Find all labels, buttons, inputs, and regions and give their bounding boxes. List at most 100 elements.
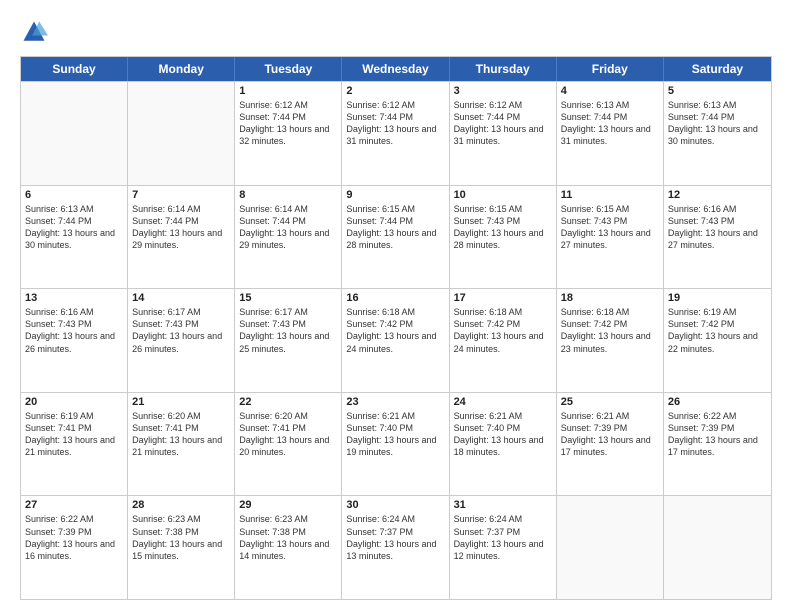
cell-info: Sunrise: 6:23 AMSunset: 7:38 PMDaylight:…	[132, 513, 230, 562]
cell-info: Sunrise: 6:23 AMSunset: 7:38 PMDaylight:…	[239, 513, 337, 562]
calendar-cell: 30 Sunrise: 6:24 AMSunset: 7:37 PMDayligh…	[342, 496, 449, 599]
header	[20, 18, 772, 46]
calendar-cell: 17Sunrise: 6:18 AMSunset: 7:42 PMDayligh…	[450, 289, 557, 392]
calendar-cell: 22 Sunrise: 6:20 AMSunset: 7:41 PMDayligh…	[235, 393, 342, 496]
day-number: 15	[239, 292, 337, 304]
day-number: 26	[668, 396, 767, 408]
calendar: SundayMondayTuesdayWednesdayThursdayFrid…	[20, 56, 772, 600]
calendar-cell: 20 Sunrise: 6:19 AMSunset: 7:41 PMDayligh…	[21, 393, 128, 496]
cell-info: Sunrise: 6:18 AMSunset: 7:42 PMDaylight:…	[346, 306, 444, 355]
weekday-header: Tuesday	[235, 57, 342, 81]
day-number: 8	[239, 189, 337, 201]
cell-info: Sunrise: 6:17 AMSunset: 7:43 PMDaylight:…	[132, 306, 230, 355]
day-number: 25	[561, 396, 659, 408]
day-number: 3	[454, 85, 552, 97]
calendar-cell: 26 Sunrise: 6:22 AMSunset: 7:39 PMDayligh…	[664, 393, 771, 496]
day-number: 16	[346, 292, 444, 304]
cell-info: Sunrise: 6:12 AMSunset: 7:44 PMDaylight:…	[454, 99, 552, 148]
day-number: 14	[132, 292, 230, 304]
day-number: 22	[239, 396, 337, 408]
cell-info: Sunrise: 6:15 AMSunset: 7:43 PMDaylight:…	[454, 203, 552, 252]
cell-info: Sunrise: 6:13 AMSunset: 7:44 PMDaylight:…	[25, 203, 123, 252]
calendar-cell	[664, 496, 771, 599]
calendar-cell: 4 Sunrise: 6:13 AMSunset: 7:44 PMDaylight…	[557, 82, 664, 185]
cell-info: Sunrise: 6:12 AMSunset: 7:44 PMDaylight:…	[239, 99, 337, 148]
day-number: 4	[561, 85, 659, 97]
cell-info: Sunrise: 6:24 AMSunset: 7:37 PMDaylight:…	[346, 513, 444, 562]
calendar-cell: 23 Sunrise: 6:21 AMSunset: 7:40 PMDayligh…	[342, 393, 449, 496]
calendar-cell: 24 Sunrise: 6:21 AMSunset: 7:40 PMDayligh…	[450, 393, 557, 496]
calendar-cell: 1Sunrise: 6:12 AMSunset: 7:44 PMDaylight…	[235, 82, 342, 185]
day-number: 19	[668, 292, 767, 304]
cell-info: Sunrise: 6:18 AMSunset: 7:42 PMDaylight:…	[454, 306, 552, 355]
day-number: 28	[132, 499, 230, 511]
cell-info: Sunrise: 6:22 AMSunset: 7:39 PMDaylight:…	[668, 410, 767, 459]
cell-info: Sunrise: 6:20 AMSunset: 7:41 PMDaylight:…	[132, 410, 230, 459]
calendar-cell: 19 Sunrise: 6:19 AMSunset: 7:42 PMDayligh…	[664, 289, 771, 392]
cell-info: Sunrise: 6:15 AMSunset: 7:44 PMDaylight:…	[346, 203, 444, 252]
cell-info: Sunrise: 6:18 AMSunset: 7:42 PMDaylight:…	[561, 306, 659, 355]
weekday-header: Friday	[557, 57, 664, 81]
cell-info: Sunrise: 6:19 AMSunset: 7:41 PMDaylight:…	[25, 410, 123, 459]
calendar-row: 27Sunrise: 6:22 AMSunset: 7:39 PMDayligh…	[21, 495, 771, 599]
weekday-header: Thursday	[450, 57, 557, 81]
day-number: 5	[668, 85, 767, 97]
cell-info: Sunrise: 6:16 AMSunset: 7:43 PMDaylight:…	[25, 306, 123, 355]
calendar-cell: 11Sunrise: 6:15 AMSunset: 7:43 PMDayligh…	[557, 186, 664, 289]
day-number: 24	[454, 396, 552, 408]
day-number: 10	[454, 189, 552, 201]
day-number: 20	[25, 396, 123, 408]
day-number: 29	[239, 499, 337, 511]
cell-info: Sunrise: 6:16 AMSunset: 7:43 PMDaylight:…	[668, 203, 767, 252]
calendar-cell: 7 Sunrise: 6:14 AMSunset: 7:44 PMDaylight…	[128, 186, 235, 289]
calendar-cell: 27Sunrise: 6:22 AMSunset: 7:39 PMDayligh…	[21, 496, 128, 599]
calendar-cell: 25Sunrise: 6:21 AMSunset: 7:39 PMDayligh…	[557, 393, 664, 496]
cell-info: Sunrise: 6:24 AMSunset: 7:37 PMDaylight:…	[454, 513, 552, 562]
calendar-cell: 18 Sunrise: 6:18 AMSunset: 7:42 PMDayligh…	[557, 289, 664, 392]
day-number: 30	[346, 499, 444, 511]
calendar-cell	[21, 82, 128, 185]
day-number: 7	[132, 189, 230, 201]
calendar-row: 1Sunrise: 6:12 AMSunset: 7:44 PMDaylight…	[21, 81, 771, 185]
calendar-cell: 8Sunrise: 6:14 AMSunset: 7:44 PMDaylight…	[235, 186, 342, 289]
calendar-cell	[557, 496, 664, 599]
cell-info: Sunrise: 6:21 AMSunset: 7:40 PMDaylight:…	[346, 410, 444, 459]
calendar-cell: 15 Sunrise: 6:17 AMSunset: 7:43 PMDayligh…	[235, 289, 342, 392]
logo	[20, 18, 52, 46]
calendar-cell: 6Sunrise: 6:13 AMSunset: 7:44 PMDaylight…	[21, 186, 128, 289]
weekday-header: Monday	[128, 57, 235, 81]
day-number: 27	[25, 499, 123, 511]
day-number: 21	[132, 396, 230, 408]
page: SundayMondayTuesdayWednesdayThursdayFrid…	[0, 0, 792, 612]
logo-icon	[20, 18, 48, 46]
calendar-row: 20 Sunrise: 6:19 AMSunset: 7:41 PMDayligh…	[21, 392, 771, 496]
cell-info: Sunrise: 6:21 AMSunset: 7:40 PMDaylight:…	[454, 410, 552, 459]
calendar-row: 6Sunrise: 6:13 AMSunset: 7:44 PMDaylight…	[21, 185, 771, 289]
day-number: 23	[346, 396, 444, 408]
day-number: 9	[346, 189, 444, 201]
day-number: 31	[454, 499, 552, 511]
calendar-cell: 9 Sunrise: 6:15 AMSunset: 7:44 PMDaylight…	[342, 186, 449, 289]
calendar-cell: 10 Sunrise: 6:15 AMSunset: 7:43 PMDayligh…	[450, 186, 557, 289]
cell-info: Sunrise: 6:20 AMSunset: 7:41 PMDaylight:…	[239, 410, 337, 459]
cell-info: Sunrise: 6:19 AMSunset: 7:42 PMDaylight:…	[668, 306, 767, 355]
calendar-cell: 29 Sunrise: 6:23 AMSunset: 7:38 PMDayligh…	[235, 496, 342, 599]
calendar-body: 1Sunrise: 6:12 AMSunset: 7:44 PMDaylight…	[21, 81, 771, 599]
cell-info: Sunrise: 6:13 AMSunset: 7:44 PMDaylight:…	[668, 99, 767, 148]
calendar-cell: 28 Sunrise: 6:23 AMSunset: 7:38 PMDayligh…	[128, 496, 235, 599]
calendar-cell: 12Sunrise: 6:16 AMSunset: 7:43 PMDayligh…	[664, 186, 771, 289]
calendar-cell: 13 Sunrise: 6:16 AMSunset: 7:43 PMDayligh…	[21, 289, 128, 392]
calendar-cell: 16 Sunrise: 6:18 AMSunset: 7:42 PMDayligh…	[342, 289, 449, 392]
calendar-header: SundayMondayTuesdayWednesdayThursdayFrid…	[21, 57, 771, 81]
day-number: 13	[25, 292, 123, 304]
cell-info: Sunrise: 6:17 AMSunset: 7:43 PMDaylight:…	[239, 306, 337, 355]
day-number: 2	[346, 85, 444, 97]
cell-info: Sunrise: 6:15 AMSunset: 7:43 PMDaylight:…	[561, 203, 659, 252]
calendar-row: 13 Sunrise: 6:16 AMSunset: 7:43 PMDayligh…	[21, 288, 771, 392]
day-number: 18	[561, 292, 659, 304]
cell-info: Sunrise: 6:14 AMSunset: 7:44 PMDaylight:…	[132, 203, 230, 252]
cell-info: Sunrise: 6:13 AMSunset: 7:44 PMDaylight:…	[561, 99, 659, 148]
weekday-header: Wednesday	[342, 57, 449, 81]
calendar-cell: 14 Sunrise: 6:17 AMSunset: 7:43 PMDayligh…	[128, 289, 235, 392]
calendar-cell: 21 Sunrise: 6:20 AMSunset: 7:41 PMDayligh…	[128, 393, 235, 496]
